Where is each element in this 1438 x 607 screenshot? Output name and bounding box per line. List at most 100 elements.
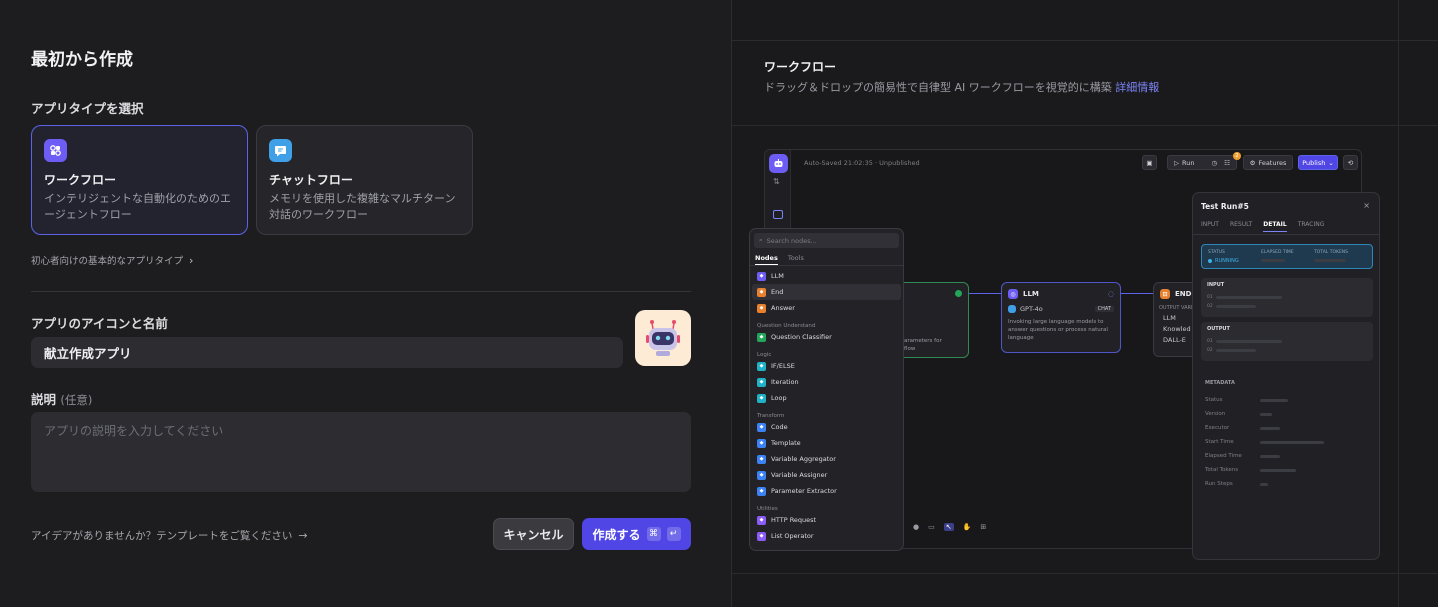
start-node-desc: arameters for flow [904,338,942,352]
input-row-placeholder [1216,305,1256,308]
output-box: OUTPUT 01 02 [1201,322,1373,361]
node-type-icon: ◆ [757,377,766,387]
check-icon [955,290,962,297]
status-header: STATUS [1208,250,1225,255]
create-button-label: 作成する [592,527,641,542]
node-option[interactable]: ◆ Parameter Extractor [750,483,903,499]
node-option[interactable]: ◆ Question Classifier [750,329,903,345]
metadata-value-placeholder [1260,441,1324,444]
publish-button[interactable]: Publish ⌄ [1298,155,1338,170]
enter-key-icon: ↵ [666,527,681,541]
metadata-value-placeholder [1260,413,1272,416]
close-icon[interactable]: × [1363,201,1370,210]
node-option-label: Answer [771,304,795,312]
metadata-key: Elapsed Time [1205,453,1242,459]
features-button[interactable]: ⚙ Features [1243,155,1293,170]
metadata-key: Run Steps [1205,481,1233,487]
templates-link-label: アイデアがありませんか？テンプレートをご覧ください [31,530,293,542]
node-option[interactable]: ◆ Iteration [750,374,903,390]
restore-icon[interactable]: ⟲ [1343,155,1358,170]
metadata-key: Version [1205,411,1226,417]
metadata-value-placeholder [1260,469,1296,472]
robot-icon [646,320,680,356]
node-type-icon: ◆ [757,422,766,432]
grid-line [1398,0,1399,607]
tab-detail[interactable]: DETAIL [1263,221,1287,232]
status-value-row: RUNNING [1208,258,1239,264]
grid-line [732,573,1438,574]
node-type-icon: ◆ [757,454,766,464]
node-type-icon: ◆ [757,361,766,371]
description-textarea[interactable]: アプリの説明を入力してください [31,412,691,492]
end-node-title: END [1175,290,1192,298]
app-type-chatflow-card[interactable]: チャットフロー メモリを使用した複雑なマルチターン対話のワークフロー [256,125,473,235]
grid-line [732,125,1438,126]
app-icon-picker[interactable] [635,310,691,366]
canvas-toolbar: ● ▭ ↖ ✋ ⊞ [913,523,986,531]
model-row: GPT-4o CHAT [1002,305,1120,313]
node-option[interactable]: ◆ List Operator [750,528,903,544]
app-type-workflow-card[interactable]: ワークフロー インテリジェントな自動化のためのエージェントフロー [31,125,248,235]
node-option-label: Variable Assigner [771,471,828,479]
status-value: RUNNING [1215,258,1239,264]
workflow-card-title: ワークフロー [44,173,117,187]
metadata-value-placeholder [1260,399,1288,402]
comment-icon[interactable]: ▭ [928,523,935,531]
basic-app-types-link[interactable]: 初心者向けの基本的なアプリタイプ › [31,253,193,268]
node-option[interactable]: ◆ Answer [750,300,903,316]
divider [31,291,691,292]
cancel-button[interactable]: キャンセル [493,518,574,550]
preview-description-text: ドラッグ＆ドロップの簡易性で自律型 AI ワークフローを視覚的に構築 [764,81,1112,94]
node-option-label: HTTP Request [771,516,817,524]
tab-nodes[interactable]: Nodes [755,254,778,265]
openai-icon [1008,305,1016,313]
node-type-icon: ◆ [757,332,766,342]
run-button[interactable]: ▷ Run ◷ ☷ [1167,155,1237,170]
node-option[interactable]: ◆ Code [750,419,903,435]
preview-title: ワークフロー [764,60,837,74]
node-option[interactable]: ◆ Template [750,435,903,451]
metadata-key: Status [1205,397,1223,403]
play-icon[interactable]: ● [913,523,919,531]
node-type-icon: ◆ [757,470,766,480]
tab-input[interactable]: INPUT [1201,221,1219,232]
output-label: OUTPUT [1207,326,1230,332]
workflow-card-desc: インテリジェントな自動化のためのエージェントフロー [44,192,231,221]
llm-icon: ◎ [1008,289,1018,299]
node-option[interactable]: ◆ IF/ELSE [750,358,903,374]
node-search-input[interactable]: ⌕ Search nodes... [754,233,899,248]
node-option[interactable]: ◆ Loop [750,390,903,406]
preview-description: ドラッグ＆ドロップの簡易性で自律型 AI ワークフローを視覚的に構築 詳細情報 [764,79,1159,95]
node-option[interactable]: ◆ End [752,284,901,300]
node-option[interactable]: ◆ LLM [750,268,903,284]
node-option-label: Code [771,423,788,431]
hand-icon[interactable]: ✋ [963,523,972,531]
node-option[interactable]: ◆ Variable Aggregator [750,451,903,467]
metadata-key: Start Time [1205,439,1234,445]
tab-tracing[interactable]: TRACING [1298,221,1325,232]
node-option[interactable]: ◆ Variable Assigner [750,467,903,483]
node-type-icon: ◆ [757,287,766,297]
templates-link[interactable]: アイデアがありませんか？テンプレートをご覧ください → [31,528,308,543]
tab-tools[interactable]: Tools [788,254,804,265]
metadata-value-placeholder [1260,427,1280,430]
elapsed-placeholder [1261,259,1285,262]
input-box: INPUT 01 02 [1201,278,1373,317]
learn-more-link[interactable]: 詳細情報 [1115,81,1159,94]
pointer-icon[interactable]: ↖ [943,523,954,531]
node-option[interactable]: ◆ HTTP Request [750,512,903,528]
tokens-header: TOTAL TOKENS [1314,250,1349,255]
end-icon: ⊡ [1160,289,1170,299]
metadata-value-placeholder [1260,455,1280,458]
llm-node[interactable]: ◎ LLM ◌ GPT-4o CHAT Invoking large langu… [1001,282,1121,353]
tab-result[interactable]: RESULT [1230,221,1252,232]
layout-icon[interactable]: ▣ [1142,155,1157,170]
metadata-label: METADATA [1205,380,1235,386]
grid-icon[interactable]: ⊞ [980,523,986,531]
chevron-down-icon: ⌄ [1328,158,1334,167]
chat-badge: CHAT [1094,306,1114,312]
metadata-value-placeholder [1260,483,1268,486]
node-type-icon: ◆ [757,531,766,541]
create-button[interactable]: 作成する ⌘ ↵ [582,518,691,550]
app-name-input[interactable]: 献立作成アプリ [31,337,623,368]
